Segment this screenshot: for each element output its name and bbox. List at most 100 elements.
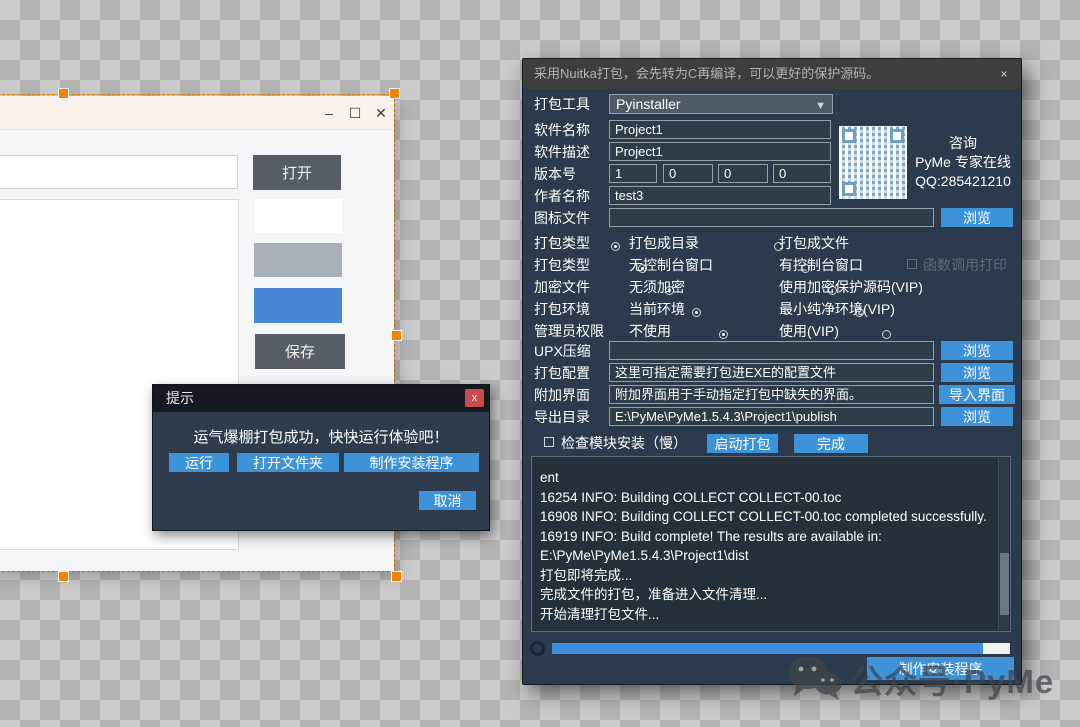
white-box[interactable] bbox=[254, 199, 342, 233]
radio-encrypt-vip-label[interactable]: 使用加密保护源码(VIP) bbox=[779, 277, 923, 297]
log-output[interactable]: - ent 16254 INFO: Building COLLECT COLLE… bbox=[531, 456, 1011, 632]
upx-input[interactable] bbox=[609, 341, 934, 360]
make-installer-button[interactable]: 制作安装程序 bbox=[867, 657, 1014, 680]
app-name-input[interactable]: Project1 bbox=[609, 120, 831, 139]
pack-window: 采用Nuitka打包，会先转为C再编译，可以更好的保护源码。 × 打包工具 Py… bbox=[522, 58, 1022, 685]
radio-pack-dir-label[interactable]: 打包成目录 bbox=[629, 233, 699, 253]
label-extra-ui: 附加界面 bbox=[534, 385, 590, 405]
qr-code bbox=[839, 126, 907, 199]
version-input-4[interactable]: 0 bbox=[773, 164, 831, 183]
label-admin: 管理员权限 bbox=[534, 321, 604, 341]
log-line: 16908 INFO: Building COLLECT COLLECT-00.… bbox=[540, 507, 992, 527]
selection-handle-right-mid[interactable] bbox=[391, 330, 402, 341]
hint-dialog-titlebar[interactable] bbox=[153, 385, 489, 412]
hint-dialog-title: 提示 bbox=[166, 385, 194, 412]
label-env: 打包环境 bbox=[534, 299, 590, 319]
app-desc-input[interactable]: Project1 bbox=[609, 142, 831, 161]
author-input[interactable]: test3 bbox=[609, 186, 831, 205]
version-input-2[interactable]: 0 bbox=[663, 164, 713, 183]
log-scrollbar-thumb[interactable] bbox=[1000, 553, 1009, 615]
progress-bar bbox=[552, 643, 1010, 654]
consult-line1: 咨询 bbox=[908, 134, 1018, 153]
log-line: 16254 INFO: Building COLLECT COLLECT-00.… bbox=[540, 488, 992, 508]
start-pack-button[interactable]: 启动打包 bbox=[707, 434, 778, 453]
checkbox-func-print[interactable] bbox=[907, 259, 917, 269]
hint-message: 运气爆棚打包成功，快快运行体验吧！ bbox=[153, 426, 489, 447]
extra-ui-input[interactable]: 附加界面用于手动指定打包中缺失的界面。 bbox=[609, 385, 934, 404]
log-line: ent bbox=[540, 468, 992, 488]
consult-line2: PyMe 专家在线 bbox=[908, 153, 1018, 172]
hint-dialog: 提示 x 运气爆棚打包成功，快快运行体验吧！ 运行 打开文件夹 制作安装程序 取… bbox=[152, 384, 490, 531]
open-button[interactable]: 打开 bbox=[253, 155, 341, 190]
consult-line3: QQ:285421210 bbox=[908, 172, 1018, 191]
radio-admin-vip-label[interactable]: 使用(VIP) bbox=[779, 321, 839, 341]
label-app-desc: 软件描述 bbox=[534, 142, 590, 162]
radio-console-label[interactable]: 有控制台窗口 bbox=[779, 255, 863, 275]
log-line: 打包即将完成... bbox=[540, 566, 992, 586]
checkbox-func-print-label: 函数调用打印 bbox=[923, 255, 1007, 275]
pack-title: 采用Nuitka打包，会先转为C再编译，可以更好的保护源码。 bbox=[534, 59, 879, 89]
radio-no-admin-label[interactable]: 不使用 bbox=[629, 321, 671, 341]
radio-admin-vip[interactable] bbox=[882, 330, 891, 339]
log-scrollbar[interactable] bbox=[998, 458, 1009, 630]
selection-handle-top-mid[interactable] bbox=[58, 88, 69, 99]
radio-no-encrypt-label[interactable]: 无须加密 bbox=[629, 277, 685, 297]
label-encrypt: 加密文件 bbox=[534, 277, 590, 297]
qr-corner-bl bbox=[842, 182, 856, 196]
qr-corner-tr bbox=[890, 129, 904, 143]
import-ui-button[interactable]: 导入界面 bbox=[939, 385, 1015, 404]
hint-close-button[interactable]: x bbox=[465, 389, 484, 407]
finish-button[interactable]: 完成 bbox=[794, 434, 868, 453]
config-browse-button[interactable]: 浏览 bbox=[941, 363, 1013, 382]
selection-handle-bottom-mid[interactable] bbox=[58, 571, 69, 582]
config-input[interactable]: 这里可指定需要打包进EXE的配置文件 bbox=[609, 363, 934, 382]
pack-tool-value: Pyinstaller bbox=[616, 96, 681, 112]
close-button[interactable]: ✕ bbox=[372, 105, 390, 121]
radio-current-env-label[interactable]: 当前环境 bbox=[629, 299, 685, 319]
version-input-1[interactable]: 1 bbox=[609, 164, 657, 183]
make-installer-button-dialog[interactable]: 制作安装程序 bbox=[344, 453, 479, 472]
selection-handle-top-right[interactable] bbox=[389, 88, 400, 99]
upx-browse-button[interactable]: 浏览 bbox=[941, 341, 1013, 360]
selection-handle-bottom-right[interactable] bbox=[391, 571, 402, 582]
label-config: 打包配置 bbox=[534, 363, 590, 383]
run-button[interactable]: 运行 bbox=[169, 453, 229, 472]
icon-file-input[interactable] bbox=[609, 208, 934, 227]
radio-pack-file-label[interactable]: 打包成文件 bbox=[779, 233, 849, 253]
label-pack-tool: 打包工具 bbox=[534, 94, 590, 114]
checkbox-check-modules-label[interactable]: 检查模块安装（慢） bbox=[561, 433, 687, 453]
out-dir-browse-button[interactable]: 浏览 bbox=[941, 407, 1013, 426]
progress-bar-fill bbox=[552, 643, 983, 654]
label-upx: UPX压缩 bbox=[534, 341, 591, 361]
label-author: 作者名称 bbox=[534, 186, 590, 206]
radio-no-admin[interactable] bbox=[719, 330, 728, 339]
chevron-down-icon: ▼ bbox=[815, 97, 826, 115]
save-button[interactable]: 保存 bbox=[255, 334, 345, 369]
radio-clean-env-vip-label[interactable]: 最小纯净环境(VIP) bbox=[779, 299, 895, 319]
label-app-name: 软件名称 bbox=[534, 120, 590, 140]
out-dir-input[interactable]: E:\PyMe\PyMe1.5.4.3\Project1\publish bbox=[609, 407, 934, 426]
pack-close-button[interactable]: × bbox=[996, 66, 1012, 82]
maximize-button[interactable]: ☐ bbox=[346, 105, 364, 121]
blue-box[interactable] bbox=[254, 288, 342, 323]
label-pack-type-2: 打包类型 bbox=[534, 255, 590, 275]
log-partial-line: - bbox=[540, 459, 992, 468]
radio-no-console-label[interactable]: 无控制台窗口 bbox=[629, 255, 713, 275]
log-line: 完成文件的打包，准备进入文件清理... bbox=[540, 585, 992, 605]
radio-current-env[interactable] bbox=[692, 308, 701, 317]
gray-box[interactable] bbox=[254, 243, 342, 277]
label-version: 版本号 bbox=[534, 164, 576, 184]
label-icon-file: 图标文件 bbox=[534, 208, 590, 228]
pack-tool-combobox[interactable]: Pyinstaller ▼ bbox=[609, 94, 833, 114]
open-folder-button[interactable]: 打开文件夹 bbox=[237, 453, 339, 472]
form-text-input[interactable] bbox=[0, 155, 238, 189]
version-input-3[interactable]: 0 bbox=[718, 164, 768, 183]
checkbox-check-modules[interactable] bbox=[544, 437, 554, 447]
radio-pack-dir[interactable] bbox=[611, 242, 620, 251]
icon-browse-button[interactable]: 浏览 bbox=[941, 208, 1013, 227]
log-line: 16919 INFO: Build complete! The results … bbox=[540, 527, 992, 566]
minimize-button[interactable]: – bbox=[320, 105, 338, 121]
cancel-button[interactable]: 取消 bbox=[419, 491, 476, 510]
consult-info: 咨询 PyMe 专家在线 QQ:285421210 bbox=[908, 134, 1018, 191]
log-line: 开始清理打包文件... bbox=[540, 605, 992, 625]
